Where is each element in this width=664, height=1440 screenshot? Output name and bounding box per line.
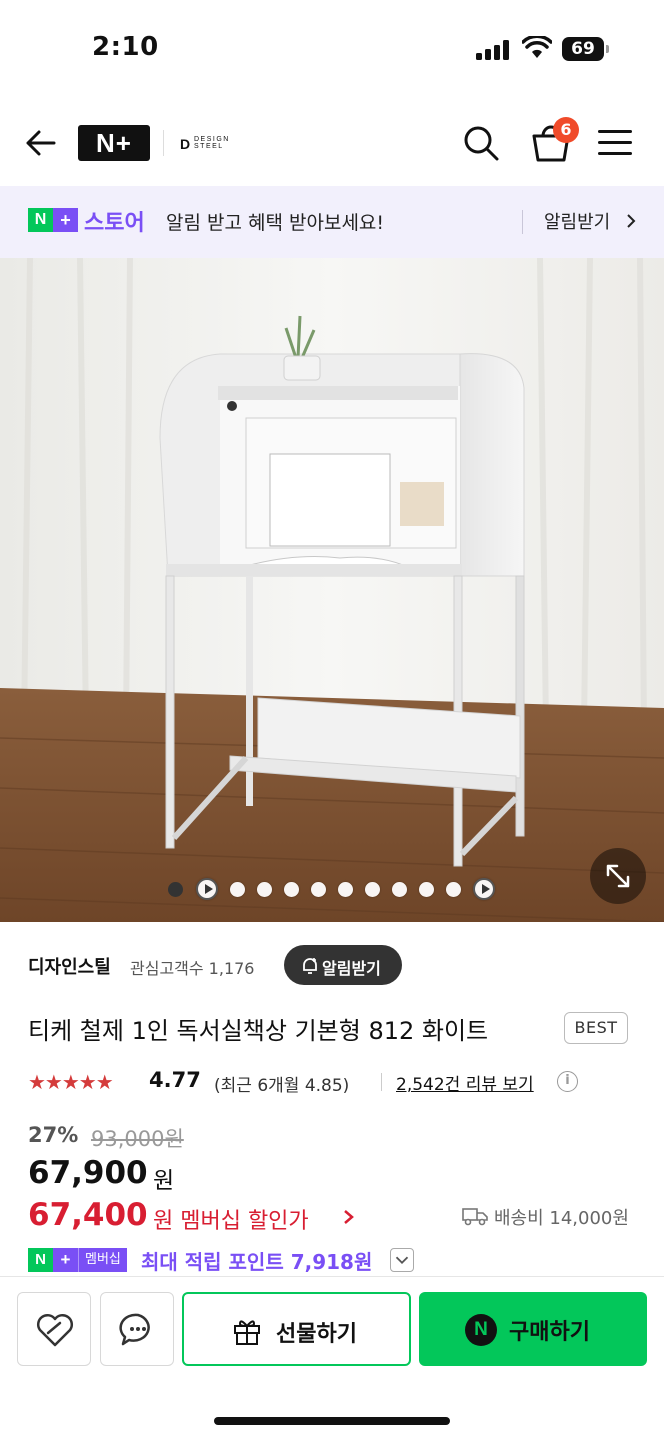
battery-icon: 69	[562, 37, 604, 61]
review-link[interactable]: 2,542건 리뷰 보기	[396, 1070, 534, 1095]
seller-alarm-button[interactable]: 알림받기	[284, 945, 402, 985]
banner-divider	[522, 210, 523, 234]
gallery-dot[interactable]	[230, 882, 245, 897]
membership-price[interactable]: 67,400	[28, 1197, 148, 1233]
max-points-text[interactable]: 최대 적립 포인트 7,918원	[141, 1246, 372, 1275]
design-steel-line-1: DESIGN	[194, 136, 230, 143]
plus-mark: +	[53, 208, 78, 232]
battery-tip	[606, 45, 609, 53]
gallery-indicators	[0, 878, 664, 902]
info-icon[interactable]: i	[557, 1071, 578, 1092]
cart-count-badge: 6	[553, 117, 579, 143]
sale-price: 67,900	[28, 1155, 148, 1191]
hamburger-menu-icon[interactable]	[598, 128, 634, 158]
product-title: 티케 철제 1인 독서실책상 기본형 812 화이트	[28, 1017, 489, 1045]
buy-button-label: 구매하기	[509, 1320, 590, 1345]
shipping-fee: 배송비 14,000원	[494, 1208, 629, 1229]
seller-name[interactable]: 디자인스틸	[28, 953, 111, 979]
gift-icon	[234, 1320, 260, 1345]
gallery-dot[interactable]	[338, 882, 353, 897]
wishlist-button[interactable]	[17, 1292, 91, 1366]
design-steel-wordmark: DESIGN STEEL	[194, 136, 230, 150]
gallery-dot[interactable]	[446, 882, 461, 897]
logo-divider	[163, 130, 164, 156]
cellular-signal-icon	[476, 40, 510, 60]
rating-score: 4.77	[149, 1068, 201, 1092]
store-alert-banner[interactable]: N + 스토어 알림 받고 혜택 받아보세요! 알림받기	[0, 186, 664, 258]
gallery-video-indicator[interactable]	[196, 878, 218, 900]
chat-bubble-icon	[119, 1313, 150, 1346]
seller-alarm-label: 알림받기	[322, 959, 381, 978]
design-steel-line-2: STEEL	[194, 143, 224, 150]
delivery-truck-icon	[462, 1208, 488, 1226]
product-image-gallery[interactable]	[0, 258, 664, 922]
status-time: 2:10	[92, 32, 159, 62]
rating-stars: ★★★★★	[28, 1070, 114, 1094]
gift-button-label: 선물하기	[276, 1322, 357, 1347]
gallery-dot[interactable]	[311, 882, 326, 897]
banner-subscribe-link[interactable]: 알림받기	[544, 208, 610, 234]
product-photo	[0, 258, 664, 922]
chevron-down-icon[interactable]	[390, 1248, 414, 1272]
membership-price-label[interactable]: 원 멤버십 할인가	[153, 1203, 309, 1235]
rating-divider	[381, 1073, 382, 1091]
original-price: 93,000원	[91, 1127, 184, 1151]
design-steel-logo[interactable]: D DESIGN STEEL	[180, 134, 240, 152]
gallery-dot[interactable]	[365, 882, 380, 897]
chevron-right-icon[interactable]	[343, 1209, 355, 1225]
naver-pay-icon: N	[465, 1314, 497, 1346]
recent-rating: (최근 6개월 4.85)	[214, 1076, 350, 1096]
naver-plus-badge: N +	[28, 208, 78, 232]
plus-mark: +	[53, 1248, 78, 1272]
chevron-right-icon	[627, 214, 636, 228]
search-icon[interactable]	[462, 124, 500, 162]
wifi-icon	[522, 36, 552, 58]
bell-plus-icon	[303, 958, 317, 974]
gallery-dot[interactable]	[168, 882, 183, 897]
gallery-dot[interactable]	[419, 882, 434, 897]
naver-plus-logo[interactable]: N+	[78, 125, 150, 161]
naver-n-mark: N	[28, 1248, 53, 1272]
app-header: N+ D DESIGN STEEL 6	[0, 100, 664, 186]
naver-plus-membership-badge: N + 멤버십	[28, 1248, 127, 1272]
banner-message: 알림 받고 혜택 받아보세요!	[166, 212, 385, 234]
back-arrow-icon[interactable]	[22, 124, 60, 162]
gift-button[interactable]: 선물하기	[182, 1292, 411, 1366]
home-indicator	[214, 1417, 450, 1425]
status-bar: 2:10 69	[0, 0, 664, 100]
best-badge: BEST	[564, 1012, 628, 1044]
gallery-dot[interactable]	[257, 882, 272, 897]
buy-button[interactable]: N 구매하기	[419, 1292, 647, 1366]
discount-rate: 27%	[28, 1123, 79, 1147]
interest-count: 관심고객수 1,176	[130, 959, 255, 978]
gallery-dot[interactable]	[392, 882, 407, 897]
banner-store-label: 스토어	[84, 211, 145, 236]
sale-price-unit: 원	[153, 1168, 175, 1194]
naver-n-mark: N	[28, 208, 53, 232]
membership-label: 멤버십	[78, 1248, 127, 1272]
talktalk-button[interactable]	[100, 1292, 174, 1366]
bottom-action-bar: 선물하기 N 구매하기	[0, 1276, 664, 1440]
gallery-dot[interactable]	[284, 882, 299, 897]
design-steel-mark: D	[180, 136, 191, 152]
gallery-video-indicator[interactable]	[473, 878, 495, 900]
heart-icon	[37, 1314, 73, 1347]
